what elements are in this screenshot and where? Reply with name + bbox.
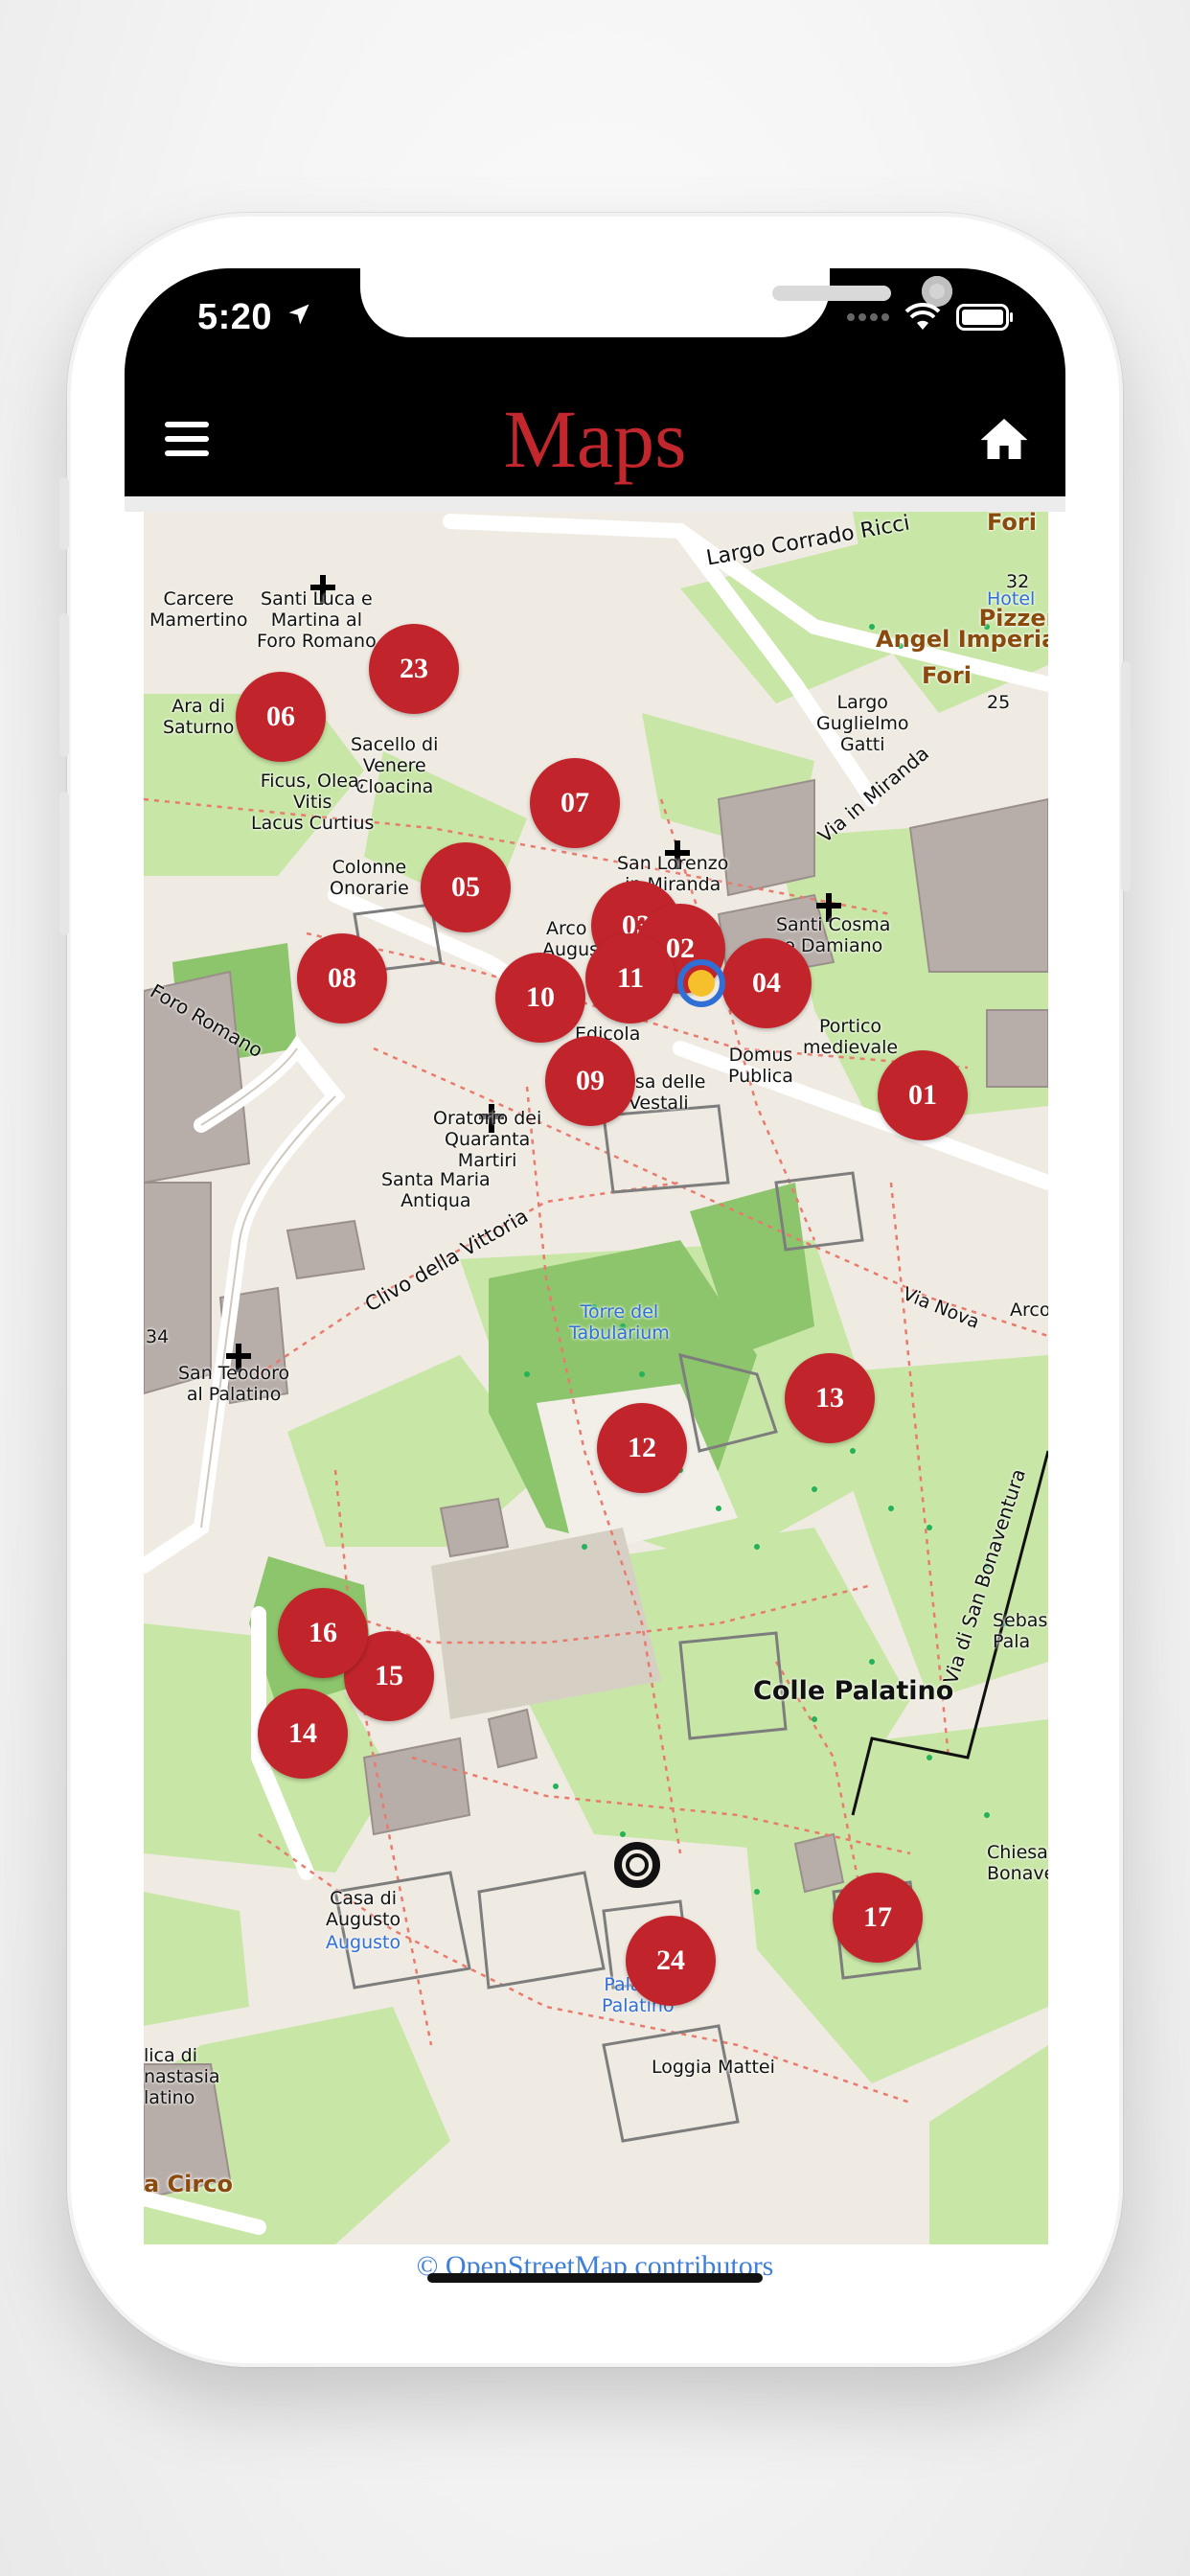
map-marker-13[interactable]: 13 (785, 1353, 875, 1443)
map-label: lica di nastasia latino (144, 2045, 220, 2108)
volume-up-button (59, 613, 69, 757)
map-label: Santi Luca e Martina al Foro Romano (257, 588, 377, 652)
map-label: Loggia Mattei (652, 2057, 775, 2078)
map-marker-01[interactable]: 01 (878, 1050, 968, 1140)
map-label: Santa Maria Antiqua (381, 1169, 491, 1211)
map-label: Ficus, Olea, Vitis Lacus Curtius (251, 770, 375, 834)
map-label: 34 (146, 1326, 170, 1347)
map-marker-09[interactable]: 09 (545, 1036, 635, 1126)
map-marker-08[interactable]: 08 (297, 933, 387, 1024)
map-view[interactable]: Largo Corrado Ricci Santi Luca e Martina… (144, 512, 1048, 2244)
home-icon[interactable] (977, 412, 1031, 466)
battery-icon (956, 304, 1013, 331)
map-label: Fori (987, 512, 1037, 536)
wifi-icon (904, 303, 941, 330)
home-indicator[interactable] (427, 2273, 763, 2283)
map-label: Colonne Onorarie (330, 857, 409, 899)
map-marker-12[interactable]: 12 (597, 1403, 687, 1493)
map-label: a Circo (144, 2171, 233, 2197)
map-label: Carcere Mamertino (149, 588, 248, 631)
map-label: San Teodoro al Palatino (178, 1363, 290, 1405)
map-label: Casa di Augusto (326, 1888, 401, 1930)
speaker (772, 286, 891, 301)
map-marker-23[interactable]: 23 (369, 624, 459, 714)
power-button (1121, 661, 1131, 891)
map-label: Domus Publica (728, 1045, 793, 1087)
map-label: Torre del Tabularium (569, 1301, 670, 1344)
map-marker-11[interactable]: 11 (585, 933, 675, 1024)
map-marker-14[interactable]: 14 (258, 1689, 348, 1779)
map-label: Oratorio dei Quaranta Martiri (433, 1108, 542, 1171)
header-divider (125, 496, 1065, 512)
map-label: 32 (1006, 571, 1030, 592)
map-marker-05[interactable]: 05 (421, 842, 511, 932)
map-label: Arco (546, 918, 587, 939)
user-location-icon (677, 959, 725, 1007)
status-time: 5:20 (197, 297, 273, 337)
map-label: Fori (922, 662, 972, 689)
map-label: Augusto (326, 1932, 401, 1953)
signal-icon (847, 313, 889, 321)
map-label: Portico medievale (803, 1016, 899, 1058)
map-label: 25 (987, 692, 1011, 713)
app-header: Maps (125, 383, 1065, 496)
map-label: Largo Guglielmo Gatti (816, 692, 909, 755)
map-label-colle-palatino: Colle Palatino (753, 1676, 954, 1706)
volume-down-button (59, 792, 69, 935)
page-title: Maps (503, 393, 687, 485)
mute-switch (59, 477, 69, 550)
map-label: Chiesa Bonave (987, 1842, 1048, 1884)
map-label: Pizzeria Angel Imperiale (876, 605, 1048, 653)
map-marker-04[interactable]: 04 (721, 938, 812, 1028)
status-icons (845, 303, 1014, 332)
map-marker-16[interactable]: 16 (278, 1588, 368, 1678)
map-marker-07[interactable]: 07 (530, 758, 620, 848)
screen: 5:20 Maps Largo Corrado Ricci Santi Luca… (125, 268, 1065, 2312)
map-marker-24[interactable]: 24 (626, 1916, 716, 2006)
location-arrow-icon (288, 304, 309, 325)
map-label: Arco (1010, 1300, 1048, 1321)
status-bar: 5:20 (125, 268, 1065, 383)
map-label: Ara di Saturno (163, 696, 235, 738)
map-label: Sebast Pala (993, 1610, 1048, 1652)
map-marker-17[interactable]: 17 (833, 1873, 923, 1963)
map-marker-10[interactable]: 10 (495, 953, 585, 1043)
notch (360, 268, 952, 337)
map-marker-06[interactable]: 06 (236, 672, 326, 762)
